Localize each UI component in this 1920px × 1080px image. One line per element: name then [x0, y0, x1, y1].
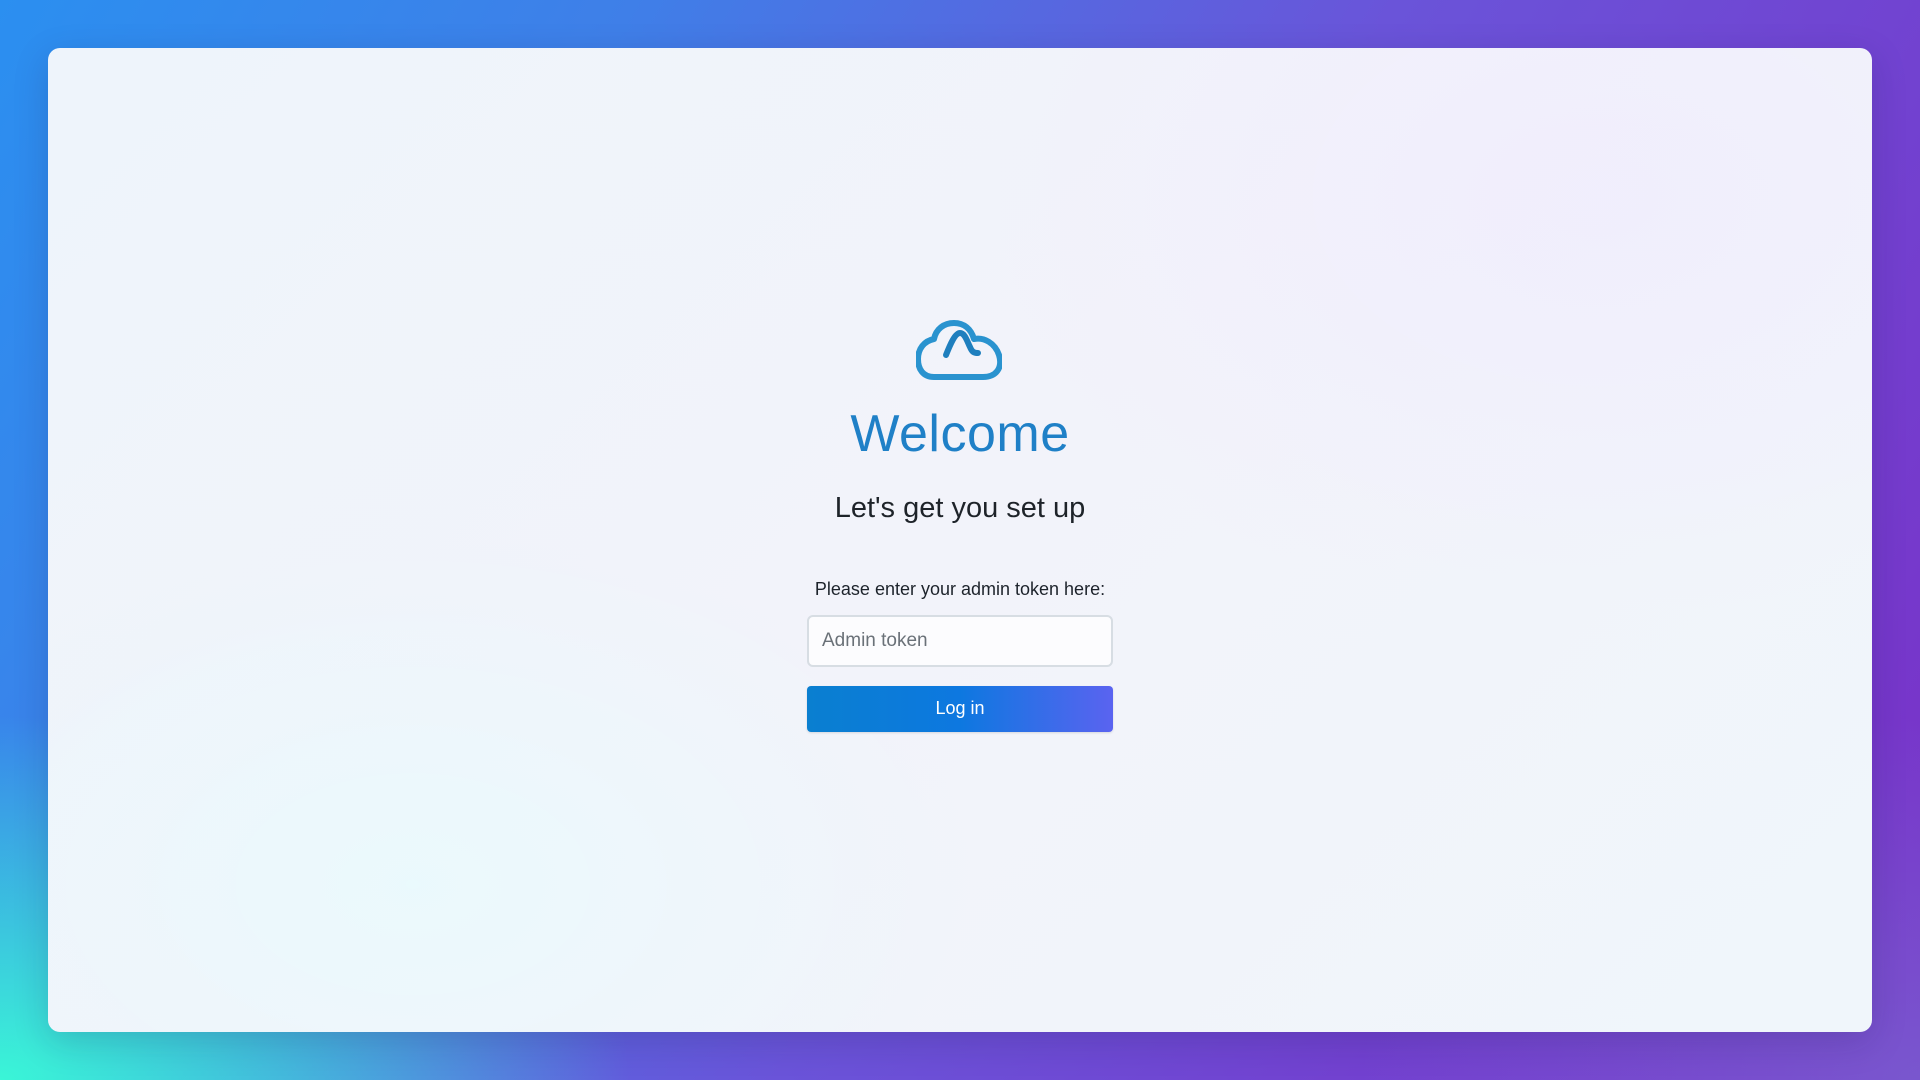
- admin-token-input[interactable]: [807, 614, 1113, 667]
- welcome-title: Welcome: [850, 405, 1070, 463]
- welcome-subtitle: Let's get you set up: [834, 492, 1086, 524]
- cloud-logo-icon: [904, 310, 1014, 390]
- welcome-content: Welcome Let's get you set up Please ente…: [48, 310, 1872, 732]
- admin-token-form: Please enter your admin token here: Log …: [807, 579, 1113, 732]
- login-button[interactable]: Log in: [807, 685, 1113, 732]
- setup-panel: Welcome Let's get you set up Please ente…: [48, 48, 1872, 1032]
- admin-token-prompt: Please enter your admin token here:: [814, 579, 1106, 599]
